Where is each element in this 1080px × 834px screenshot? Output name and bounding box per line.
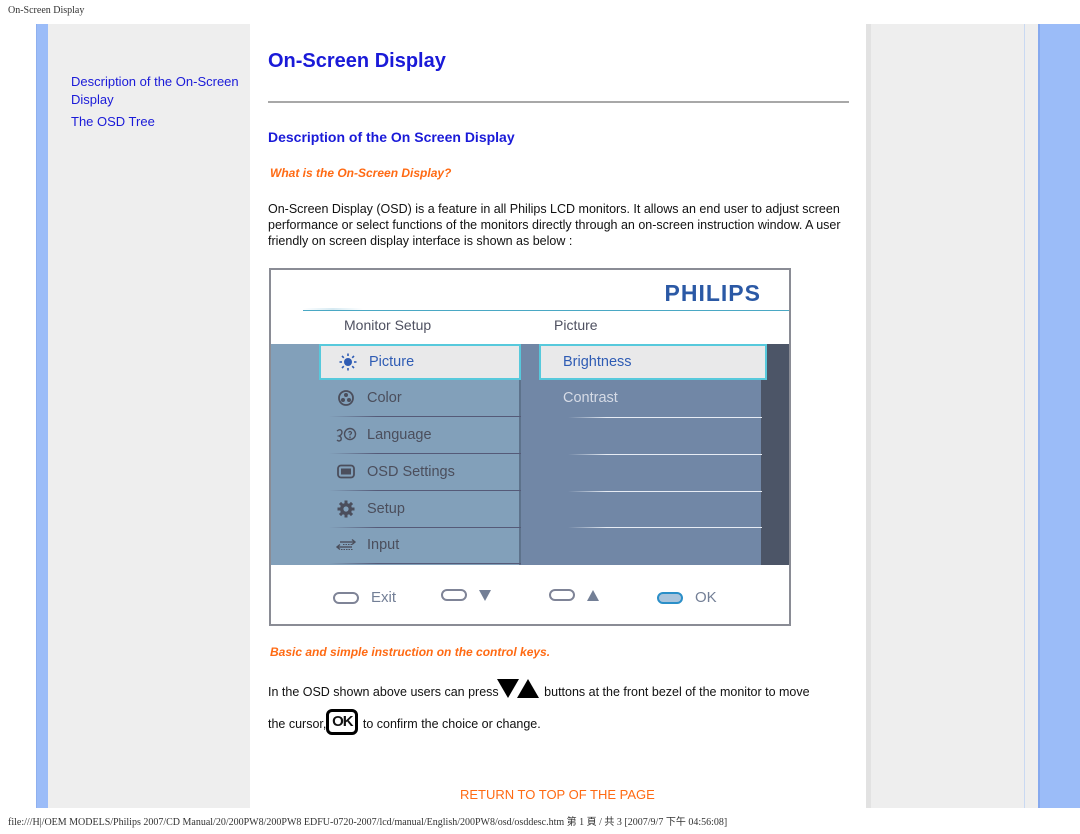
osd-menu-item-input: Input — [319, 527, 521, 564]
instruction-line-2: the cursor, OK to confirm the choice or c… — [268, 709, 541, 735]
osd-menu-body: Picture Color Language OSD Settings Setu… — [271, 344, 789, 565]
subheading-control-keys: Basic and simple instruction on the cont… — [270, 645, 551, 659]
osd-description-paragraph: On-Screen Display (OSD) is a feature in … — [268, 202, 841, 248]
input-arrows-icon — [333, 538, 359, 552]
instruction-text: to confirm the choice or change. — [359, 717, 541, 731]
ok-button-icon: OK — [326, 709, 359, 735]
osd-menu-separator — [329, 563, 521, 564]
osd-menu-label: OSD Settings — [367, 464, 455, 480]
osd-header-monitor-setup: Monitor Setup — [344, 317, 432, 333]
osd-menu-item-setup: Setup — [319, 491, 521, 528]
instruction-line-1: In the OSD shown above users can press b… — [268, 679, 810, 699]
gear-icon — [333, 500, 359, 518]
return-to-top-link[interactable]: RETURN TO TOP OF THE PAGE — [460, 787, 655, 802]
triangle-up-icon — [587, 589, 599, 601]
osd-header-picture: Picture — [554, 317, 598, 333]
osd-key-up — [549, 589, 599, 601]
triangle-down-icon — [479, 589, 491, 601]
print-footer: file:///H|/OEM MODELS/Philips 2007/CD Ma… — [8, 817, 728, 828]
page-title: On-Screen Display — [268, 50, 446, 72]
osd-submenu-separator — [568, 454, 762, 455]
down-button-icon — [496, 679, 519, 698]
osd-key-label: OK — [695, 589, 717, 606]
osd-menu-item-osd-settings: OSD Settings — [319, 454, 521, 491]
osd-menu-label: Input — [367, 537, 400, 553]
right-divider — [1024, 24, 1038, 808]
monitor-icon — [333, 464, 359, 480]
instruction-text: buttons at the front bezel of the monito… — [540, 685, 810, 699]
osd-menu-item-language: Language — [319, 417, 521, 454]
philips-logo: PHILIPS — [664, 280, 761, 306]
up-button-icon — [516, 679, 539, 698]
sidebar-link-osd-tree[interactable]: The OSD Tree — [71, 113, 251, 131]
osd-control-keys: Exit OK — [271, 565, 789, 624]
osd-submenu-separator — [568, 417, 762, 418]
osd-header-line — [303, 310, 789, 311]
osd-key-ok: OK — [657, 589, 717, 606]
sidebar-nav: Description of the On-Screen Display The… — [48, 24, 250, 808]
osd-submenu-item-brightness: Brightness — [539, 344, 767, 380]
osd-menu-label: Setup — [367, 501, 405, 517]
section-title: Description of the On Screen Display — [268, 129, 515, 145]
language-icon — [333, 427, 359, 443]
button-pill-icon — [549, 589, 575, 601]
osd-menu-label: Language — [367, 427, 432, 443]
print-header: On-Screen Display — [8, 5, 85, 16]
right-panel — [866, 24, 1026, 808]
osd-submenu-separator — [568, 527, 762, 528]
color-wheel-icon — [333, 390, 359, 406]
osd-submenu-separator — [568, 491, 762, 492]
instruction-text: the cursor, — [268, 717, 327, 731]
subheading-what-is-osd: What is the On-Screen Display? — [270, 166, 452, 180]
osd-key-exit: Exit — [333, 589, 396, 606]
osd-key-label: Exit — [371, 589, 397, 606]
osd-menu-item-picture: Picture — [319, 344, 521, 380]
osd-screenshot: PHILIPS Monitor Setup Picture Picture Co… — [269, 268, 791, 626]
button-pill-icon — [441, 589, 467, 601]
osd-menu-label: Picture — [369, 354, 415, 370]
osd-menu-item-color: Color — [319, 380, 521, 417]
button-pill-icon — [333, 591, 359, 604]
button-pill-ok-icon — [657, 591, 683, 604]
title-divider — [268, 101, 849, 103]
instruction-text: In the OSD shown above users can press — [268, 685, 499, 699]
osd-key-down — [441, 589, 491, 601]
osd-submenu-item-contrast: Contrast — [563, 390, 618, 406]
right-decorative-stripe — [1038, 24, 1080, 808]
sun-icon — [335, 353, 361, 371]
osd-menu-label: Color — [367, 390, 402, 406]
sidebar-link-description[interactable]: Description of the On-Screen Display — [71, 73, 251, 109]
